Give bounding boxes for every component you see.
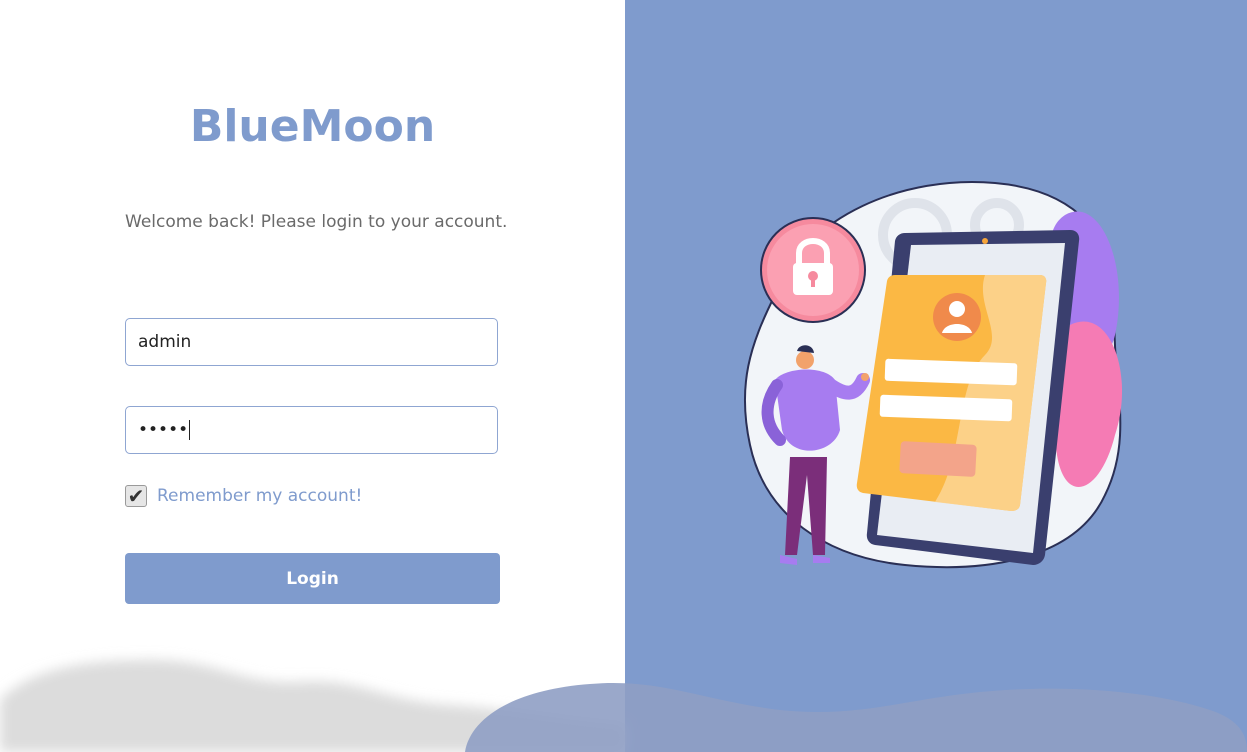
remember-label[interactable]: Remember my account! <box>157 486 362 506</box>
welcome-text: Welcome back! Please login to your accou… <box>125 212 508 232</box>
avatar-head <box>949 301 965 317</box>
username-value: admin <box>138 332 192 352</box>
phone-camera-icon <box>982 238 988 244</box>
login-page: BlueMoon Welcome back! Please login to y… <box>0 0 1247 752</box>
brand-title: BlueMoon <box>189 101 436 152</box>
text-caret <box>189 420 191 440</box>
card-field-1 <box>884 358 1018 386</box>
username-input[interactable]: admin <box>125 318 498 366</box>
check-icon: ✔ <box>127 484 145 508</box>
login-button[interactable]: Login <box>125 553 500 604</box>
card-button <box>899 441 977 477</box>
card-field-2 <box>879 394 1013 422</box>
password-value: ••••• <box>138 420 189 440</box>
remember-row[interactable]: ✔ Remember my account! <box>125 484 362 508</box>
password-input[interactable]: ••••• <box>125 406 498 454</box>
remember-checkbox[interactable]: ✔ <box>125 485 147 507</box>
login-form-panel: BlueMoon Welcome back! Please login to y… <box>0 0 625 752</box>
login-illustration <box>743 181 1123 569</box>
